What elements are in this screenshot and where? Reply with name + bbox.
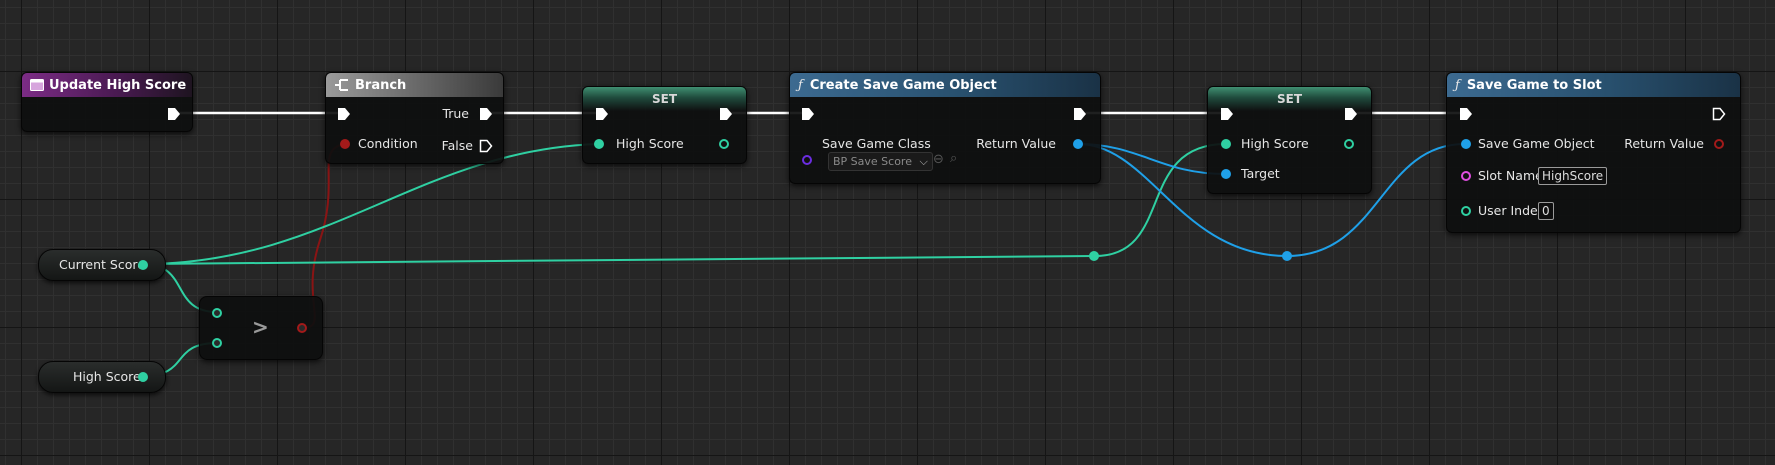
branch-false-label: False xyxy=(441,138,473,153)
set-high-score-node[interactable]: SET High Score xyxy=(582,86,747,164)
greater-than-operator: > xyxy=(252,315,269,339)
high-score-out-pin[interactable] xyxy=(138,372,148,382)
blueprint-graph-canvas[interactable]: Update High Score Branch True Condition … xyxy=(0,0,1775,465)
high-score-out-pin[interactable] xyxy=(1344,139,1354,149)
save-game-class-label: Save Game Class xyxy=(822,136,931,151)
exec-in-pin[interactable] xyxy=(1220,107,1234,121)
browse-asset-search-icon[interactable]: ⌕ xyxy=(950,151,957,166)
event-node-title: Update High Score xyxy=(49,77,187,93)
function-node-title: Save Game to Slot xyxy=(1466,77,1602,93)
user-index-label: User Index xyxy=(1478,203,1545,218)
function-icon: ƒ xyxy=(1455,77,1460,93)
branch-node[interactable]: Branch True Condition False xyxy=(325,72,504,164)
create-save-game-object-node[interactable]: ƒ Create Save Game Object Save Game Clas… xyxy=(789,72,1101,184)
current-score-variable-node[interactable]: Current Score xyxy=(38,249,166,281)
save-game-class-pin[interactable] xyxy=(802,155,812,165)
current-score-label: Current Score xyxy=(59,257,145,272)
return-value-label: Return Value xyxy=(976,136,1056,151)
exec-false-pin[interactable] xyxy=(479,139,493,153)
compare-a-pin[interactable] xyxy=(212,308,222,318)
branch-icon xyxy=(334,78,350,92)
exec-out-pin[interactable] xyxy=(1712,107,1726,121)
exec-true-pin[interactable] xyxy=(479,107,493,121)
slot-name-label: Slot Name xyxy=(1478,168,1543,183)
save-game-class-value: BP Save Score xyxy=(833,155,912,168)
function-icon: ƒ xyxy=(798,77,803,93)
exec-in-pin[interactable] xyxy=(595,107,609,121)
exec-in-pin[interactable] xyxy=(1459,107,1473,121)
exec-in-pin[interactable] xyxy=(337,107,351,121)
high-score-label: High Score xyxy=(616,136,684,151)
high-score-var-label: High Score xyxy=(73,369,141,384)
float-wire[interactable] xyxy=(142,255,1096,265)
compare-b-pin[interactable] xyxy=(212,338,222,348)
float-reroute-knot[interactable] xyxy=(1089,251,1099,261)
slot-name-input[interactable]: HighScore xyxy=(1538,167,1608,185)
high-score-variable-node[interactable]: High Score xyxy=(38,361,166,393)
event-node-update-high-score[interactable]: Update High Score xyxy=(21,72,193,132)
branch-node-title: Branch xyxy=(355,77,407,93)
function-node-title: Create Save Game Object xyxy=(809,77,997,93)
branch-node-header: Branch xyxy=(326,73,503,97)
branch-true-label: True xyxy=(442,106,469,121)
exec-out-pin[interactable] xyxy=(719,107,733,121)
compare-result-pin[interactable] xyxy=(297,323,307,333)
save-game-object-pin[interactable] xyxy=(1461,139,1471,149)
function-node-header: ƒ Create Save Game Object xyxy=(790,73,1100,97)
save-game-to-slot-node[interactable]: ƒ Save Game to Slot Save Game Object Ret… xyxy=(1446,72,1741,233)
use-selected-asset-icon[interactable]: ⊖ xyxy=(933,152,944,167)
high-score-label: High Score xyxy=(1241,136,1309,151)
high-score-out-pin[interactable] xyxy=(719,139,729,149)
user-index-pin[interactable] xyxy=(1461,206,1471,216)
slot-name-pin[interactable] xyxy=(1461,171,1471,181)
exec-in-pin[interactable] xyxy=(801,107,815,121)
function-node-header: ƒ Save Game to Slot xyxy=(1447,73,1740,97)
return-value-label: Return Value xyxy=(1624,136,1704,151)
user-index-input[interactable]: 0 xyxy=(1538,202,1554,220)
set-high-score-target-node[interactable]: SET High Score Target xyxy=(1207,86,1372,194)
exec-out-pin[interactable] xyxy=(1344,107,1358,121)
target-label: Target xyxy=(1241,166,1280,181)
save-game-object-label: Save Game Object xyxy=(1478,136,1595,151)
high-score-in-pin[interactable] xyxy=(1221,139,1231,149)
target-pin[interactable] xyxy=(1221,169,1231,179)
greater-than-node[interactable]: > xyxy=(199,296,323,360)
event-icon xyxy=(30,79,44,91)
save-game-class-dropdown[interactable]: BP Save Score ⌵ xyxy=(828,152,933,171)
condition-label: Condition xyxy=(358,136,418,151)
event-node-header: Update High Score xyxy=(22,73,192,97)
high-score-in-pin[interactable] xyxy=(594,139,604,149)
condition-pin[interactable] xyxy=(340,139,350,149)
exec-out-pin[interactable] xyxy=(167,107,181,121)
exec-out-pin[interactable] xyxy=(1073,107,1087,121)
object-reroute-knot[interactable] xyxy=(1282,251,1292,261)
return-value-pin[interactable] xyxy=(1073,139,1083,149)
current-score-out-pin[interactable] xyxy=(138,260,148,270)
chevron-down-icon: ⌵ xyxy=(919,155,928,168)
return-value-pin[interactable] xyxy=(1714,139,1724,149)
